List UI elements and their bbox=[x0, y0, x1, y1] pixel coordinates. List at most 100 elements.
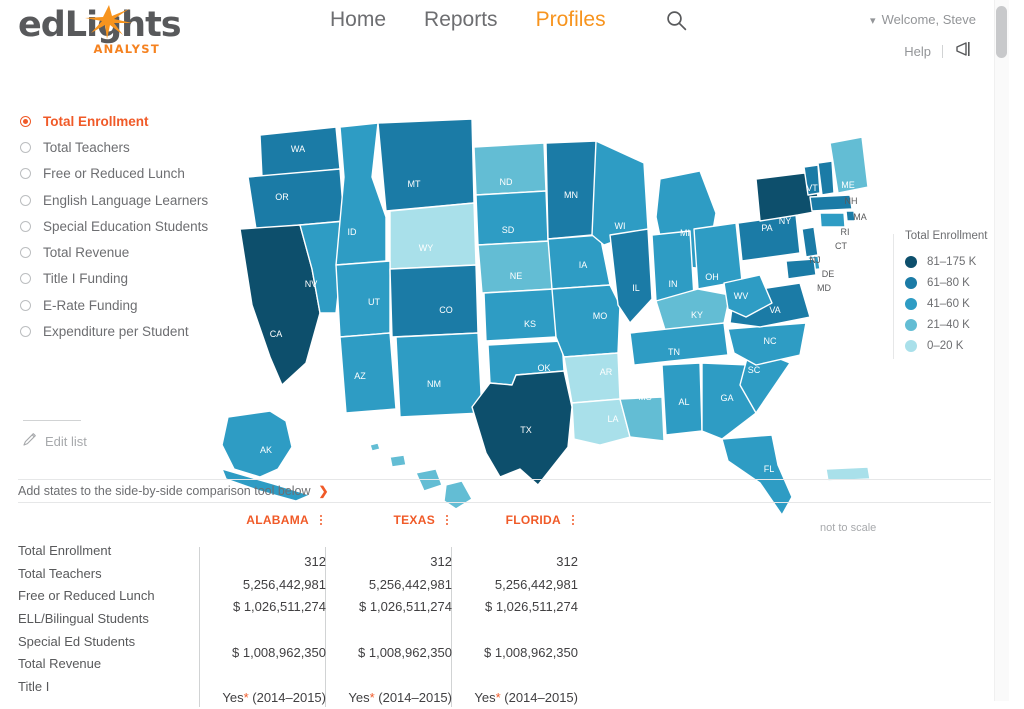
us-choropleth-map[interactable]: WA OR CA NV ID MT WY UT AZ CO NM ND SD NE KS OK TX MN IA MO… bbox=[200, 117, 890, 534]
map-state-nj[interactable] bbox=[801, 226, 819, 258]
table-row-label: Special Ed Students bbox=[18, 633, 136, 649]
map-state-wi[interactable] bbox=[591, 140, 649, 246]
legend-row: 81–175 K bbox=[905, 251, 993, 272]
map-state-ma[interactable] bbox=[809, 194, 853, 212]
column-name: FLORIDA bbox=[505, 513, 561, 527]
column-name: TEXAS bbox=[393, 513, 435, 527]
metric-item-title-i-funding[interactable]: Title I Funding bbox=[20, 266, 220, 292]
user-area: ▾ Welcome, Steve Help bbox=[870, 12, 976, 62]
table-label-column: Total Enrollment Total Teachers Free or … bbox=[18, 539, 200, 698]
map-state-mo[interactable] bbox=[551, 284, 621, 358]
kebab-menu-icon[interactable] bbox=[568, 513, 578, 527]
table-cell-title-i: Yes * (2014–2015) bbox=[452, 686, 578, 709]
table-cell bbox=[200, 663, 326, 686]
map-state-mt[interactable] bbox=[377, 118, 475, 212]
map-state-az[interactable] bbox=[339, 332, 397, 414]
table-row-label: Total Enrollment bbox=[18, 542, 112, 558]
user-menu[interactable]: ▾ Welcome, Steve bbox=[870, 12, 976, 27]
legend-label: 41–60 K bbox=[927, 297, 970, 310]
map-state-label-ct: CT bbox=[835, 241, 847, 251]
metric-item-expenditure-per-student[interactable]: Expenditure per Student bbox=[20, 318, 220, 344]
radio-icon bbox=[20, 220, 31, 232]
map-state-ar[interactable] bbox=[563, 352, 621, 404]
map-state-al[interactable] bbox=[661, 362, 703, 436]
table-cell bbox=[200, 618, 326, 641]
radio-icon bbox=[20, 194, 31, 206]
map-state-or[interactable] bbox=[247, 168, 345, 230]
asterisk-icon: * bbox=[495, 689, 501, 705]
table-column-header-texas[interactable]: TEXAS bbox=[326, 513, 452, 527]
table-cell: 312 bbox=[430, 553, 452, 569]
help-row: Help bbox=[870, 41, 976, 62]
radio-icon bbox=[20, 326, 31, 338]
map-state-ks[interactable] bbox=[483, 288, 557, 342]
table-cell: $ 1,026,511,274 bbox=[358, 599, 452, 615]
map-state-fl[interactable] bbox=[721, 434, 793, 516]
map-state-id[interactable] bbox=[335, 122, 387, 266]
table-cell: $ 1,026,511,274 bbox=[484, 599, 578, 615]
vertical-scrollbar[interactable] bbox=[994, 0, 1009, 701]
nav-item-home[interactable]: Home bbox=[330, 8, 386, 32]
metric-item-free-or-reduced-lunch[interactable]: Free or Reduced Lunch bbox=[20, 161, 220, 187]
map-state-ne[interactable] bbox=[477, 240, 553, 294]
legend-row: 21–40 K bbox=[905, 314, 993, 335]
add-states-bar[interactable]: Add states to the side-by-side compariso… bbox=[18, 479, 991, 503]
kebab-menu-icon[interactable] bbox=[442, 513, 452, 527]
table-column-header-florida[interactable]: FLORIDA bbox=[452, 513, 578, 527]
map-state-sd[interactable] bbox=[475, 190, 549, 246]
title-i-value: Yes bbox=[474, 689, 496, 705]
metric-item-e-rate-funding[interactable]: E-Rate Funding bbox=[20, 292, 220, 318]
map-state-tx[interactable] bbox=[471, 370, 573, 486]
map-state-in[interactable] bbox=[651, 230, 695, 302]
scrollbar-thumb[interactable] bbox=[996, 6, 1007, 58]
metric-item-total-enrollment[interactable]: Total Enrollment bbox=[20, 108, 220, 134]
map-state-nm[interactable] bbox=[395, 332, 483, 418]
map-state-pa[interactable] bbox=[737, 214, 801, 262]
nav-item-profiles[interactable]: Profiles bbox=[536, 8, 606, 32]
map-state-oh[interactable] bbox=[693, 222, 743, 290]
map-state-me[interactable] bbox=[829, 136, 869, 194]
table-cell bbox=[326, 618, 452, 641]
table-column-header-alabama[interactable]: ALABAMA bbox=[200, 513, 326, 527]
nav-item-reports[interactable]: Reports bbox=[424, 8, 498, 32]
table-cell: $ 1,008,962,350 bbox=[358, 644, 452, 660]
asterisk-icon: * bbox=[369, 689, 375, 705]
map-state-co[interactable] bbox=[389, 264, 479, 338]
edit-list-button[interactable]: Edit list bbox=[23, 432, 87, 451]
table-cell: 5,256,442,981 bbox=[242, 576, 326, 592]
metric-label: Total Revenue bbox=[43, 245, 130, 261]
radio-icon bbox=[20, 115, 31, 127]
app-page: edLights ANALYST Home Reports Profiles ▾… bbox=[0, 0, 1009, 707]
map-state-ri[interactable] bbox=[845, 210, 856, 222]
megaphone-icon[interactable] bbox=[954, 41, 976, 62]
kebab-menu-icon[interactable] bbox=[316, 513, 326, 527]
title-i-year: (2014–2015) bbox=[378, 689, 452, 705]
metric-label: Title I Funding bbox=[43, 271, 129, 287]
table-cell: 5,256,442,981 bbox=[494, 576, 578, 592]
map-state-nd[interactable] bbox=[473, 142, 547, 196]
divider bbox=[23, 420, 81, 421]
map-legend: Total Enrollment 81–175 K 61–80 K 41–60 … bbox=[893, 230, 993, 359]
metric-item-total-revenue[interactable]: Total Revenue bbox=[20, 239, 220, 265]
app-logo[interactable]: edLights ANALYST bbox=[18, 5, 182, 60]
table-value-column-alabama: 312 5,256,442,981 $ 1,026,511,274 $ 1,00… bbox=[200, 550, 326, 709]
table-value-column-texas: 312 5,256,442,981 $ 1,026,511,274 $ 1,00… bbox=[326, 550, 452, 709]
metric-item-english-language-learners[interactable]: English Language Learners bbox=[20, 187, 220, 213]
map-state-nc[interactable] bbox=[727, 322, 807, 366]
map-state-ct[interactable] bbox=[819, 212, 846, 228]
map-state-tn[interactable] bbox=[629, 322, 729, 366]
help-link[interactable]: Help bbox=[904, 44, 931, 59]
radio-icon bbox=[20, 141, 31, 153]
metric-item-special-education-students[interactable]: Special Education Students bbox=[20, 213, 220, 239]
metric-item-total-teachers[interactable]: Total Teachers bbox=[20, 134, 220, 160]
search-icon[interactable] bbox=[666, 10, 687, 31]
table-cell bbox=[452, 618, 578, 641]
map-state-md[interactable] bbox=[785, 258, 817, 280]
map-state-label-ri: RI bbox=[841, 227, 850, 237]
column-name: ALABAMA bbox=[246, 513, 309, 527]
map-state-ut[interactable] bbox=[335, 260, 391, 338]
map-state-wy[interactable] bbox=[389, 202, 477, 270]
map-state-ak[interactable] bbox=[221, 410, 293, 478]
title-i-value: Yes bbox=[348, 689, 370, 705]
asterisk-icon: * bbox=[243, 689, 249, 705]
